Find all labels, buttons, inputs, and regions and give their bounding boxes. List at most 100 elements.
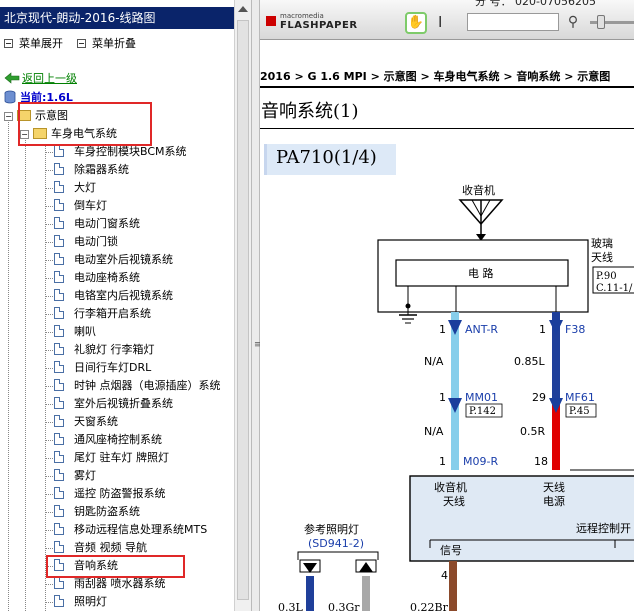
menu-icon [77, 39, 86, 48]
tree-item[interactable]: 电动室外后视镜系统 [45, 252, 173, 268]
tree-item[interactable]: 电铬室内后视镜系统 [45, 288, 173, 304]
wire-na1: N/A [424, 355, 444, 368]
tree-line [45, 260, 53, 261]
tree-node-folder[interactable]: − 车身电气系统 [20, 126, 117, 142]
collapse-all-label: 菜单折叠 [92, 37, 136, 50]
tree-item[interactable]: 天窗系统 [45, 414, 118, 430]
document-icon [54, 397, 64, 409]
nav-scrollbar[interactable] [234, 0, 251, 611]
tree-item[interactable]: 时钟 点烟器（电源插座）系统 [45, 378, 221, 394]
tree-node-root[interactable]: − 示意图 [4, 108, 68, 124]
document-title: 音响系统(1) [261, 101, 359, 122]
bottom-022br: 0.22Br [410, 601, 449, 611]
tree-line [45, 170, 53, 171]
ref-p90: P.90 [596, 271, 617, 282]
expand-all-button[interactable]: 菜单展开 [4, 37, 63, 51]
tree-item[interactable]: 遥控 防盗警报系统 [45, 486, 166, 502]
tree-item-label: 行李箱开启系统 [74, 307, 151, 320]
document-icon [54, 181, 64, 193]
tree-item-label: 喇叭 [74, 325, 96, 338]
back-link-label: 返回上一级 [22, 72, 77, 85]
remote-label: 远程控制开 [576, 521, 631, 535]
document-icon [54, 253, 64, 265]
tree-item[interactable]: 电动座椅系统 [45, 270, 140, 286]
search-icon[interactable]: ⚲ [564, 13, 582, 31]
tree-item[interactable]: 通风座椅控制系统 [45, 432, 162, 448]
tree-item[interactable]: 礼貌灯 行李箱灯 [45, 342, 155, 358]
wire-na2: N/A [424, 425, 444, 438]
mf61-num: 29 [532, 391, 546, 404]
ref-c11: C.11-1/ [596, 283, 633, 294]
divider [260, 128, 634, 129]
tree-line [45, 476, 53, 477]
m09-name: M09-R [463, 455, 498, 468]
text-select-tool-button[interactable]: I [438, 12, 442, 32]
tree-item[interactable]: 尾灯 驻车灯 牌照灯 [45, 450, 169, 466]
tree-line [45, 386, 53, 387]
tree-item[interactable]: 电动门锁 [45, 234, 118, 250]
pin-f38-name: F38 [565, 323, 585, 336]
zoom-knob[interactable] [597, 15, 605, 29]
ref-light-label: 参考照明灯 [304, 522, 359, 536]
hand-tool-button[interactable]: ✋ [405, 12, 427, 34]
tree-item[interactable]: 雾灯 [45, 468, 96, 484]
tree-item[interactable]: 音响系统 [45, 558, 118, 574]
expand-all-label: 菜单展开 [19, 37, 63, 50]
connector-arrow-icon [448, 398, 462, 413]
ant-wire [451, 312, 459, 470]
antenna-icon [458, 199, 504, 241]
tree-item[interactable]: 喇叭 [45, 324, 96, 340]
document-viewer: 分 号： 020-07056205 macromedia FLASHPAPER … [260, 0, 634, 611]
tree-item-label: 礼貌灯 行李箱灯 [74, 343, 155, 356]
tree-item-label: 移动远程信息处理系统MTS [74, 523, 208, 536]
connector-arrow-icon [549, 320, 563, 335]
tree-item[interactable]: 移动远程信息处理系统MTS [45, 522, 208, 538]
tree-item-label: 日间行车灯DRL [74, 361, 152, 374]
tree-item-label: 音响系统 [74, 559, 118, 572]
document-icon [54, 469, 64, 481]
tree-line [45, 566, 53, 567]
tree-item-label: 车身控制模块BCM系统 [74, 145, 187, 158]
tree-line [45, 440, 53, 441]
zoom-slider[interactable] [590, 14, 634, 30]
tree-item[interactable]: 钥匙防盗系统 [45, 504, 140, 520]
divider [260, 86, 634, 88]
tree-line [45, 368, 53, 369]
search-input[interactable] [467, 13, 559, 31]
hand-icon: ✋ [407, 15, 425, 30]
tree-item[interactable]: 雨刮器 喷水器系统 [45, 576, 166, 592]
tree-item[interactable]: 行李箱开启系统 [45, 306, 151, 322]
tree-item-label: 钥匙防盗系统 [74, 505, 140, 518]
scrollbar-thumb[interactable] [237, 20, 249, 600]
circuit-label: 电 路 [468, 267, 494, 280]
scroll-up-icon[interactable] [238, 6, 248, 12]
pin1-num: 1 [439, 323, 446, 336]
radio-label: 收音机 [462, 183, 495, 197]
wire-085l: 0.85L [514, 355, 545, 368]
document-icon [54, 505, 64, 517]
tree-item[interactable]: 大灯 [45, 180, 96, 196]
nav-title: 北京现代-朗动-2016-线路图 [0, 7, 234, 29]
document-icon [54, 523, 64, 535]
tree-item[interactable]: 车身控制模块BCM系统 [45, 144, 187, 160]
pane-splitter[interactable]: ≡ [251, 0, 262, 611]
tree-item[interactable]: 除霜器系统 [45, 162, 129, 178]
tree-item[interactable]: 电动门窗系统 [45, 216, 140, 232]
tree-item-label: 天窗系统 [74, 415, 118, 428]
page-code: PA710(1/4) [276, 147, 377, 168]
back-arrow-icon [4, 72, 20, 84]
collapse-toggle-icon[interactable]: − [20, 130, 29, 139]
tree-item[interactable]: 照明灯 [45, 594, 107, 610]
logo-big-text: FLASHPAPER [280, 20, 358, 31]
mm01-name: MM01 [465, 391, 498, 404]
document-icon [54, 487, 64, 499]
tree-line [45, 422, 53, 423]
tree-item[interactable]: 日间行车灯DRL [45, 360, 152, 376]
document-icon [54, 379, 64, 391]
back-link[interactable]: 返回上一级 [4, 71, 77, 87]
tree-item[interactable]: 音频 视频 导航 [45, 540, 147, 556]
collapse-toggle-icon[interactable]: − [4, 112, 13, 121]
tree-item[interactable]: 室外后视镜折叠系统 [45, 396, 173, 412]
tree-item[interactable]: 倒车灯 [45, 198, 107, 214]
collapse-all-button[interactable]: 菜单折叠 [77, 37, 136, 51]
